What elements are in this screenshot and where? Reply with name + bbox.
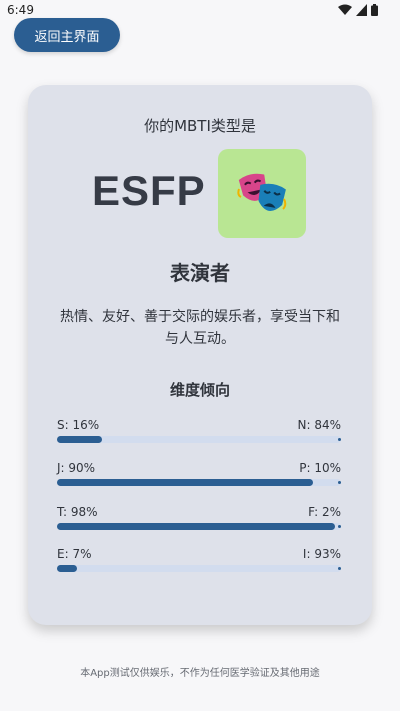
mbti-type-name: 表演者 — [170, 261, 230, 285]
disclaimer-text: 本App测试仅供娱乐，不作为任何医学验证及其他用途 — [80, 668, 320, 679]
dimension-left-label: J: 90% — [57, 461, 96, 475]
dimension-right-label: I: 93% — [302, 547, 341, 561]
dimension-end-dot — [338, 525, 341, 528]
dimension-track — [57, 565, 341, 572]
dimension-right-label: F: 2% — [308, 505, 341, 519]
performing-arts-masks-icon — [237, 173, 287, 211]
back-to-main-button[interactable]: 返回主界面 — [14, 18, 120, 52]
dimension-left-label: S: 16% — [57, 418, 100, 432]
dimension-track — [57, 479, 341, 486]
dimension-fill — [57, 436, 103, 443]
dimension-row-tf: T: 98% F: 2% — [57, 505, 341, 535]
dimension-fill — [57, 565, 77, 572]
dimension-track — [57, 523, 341, 530]
dimensions-title: 维度倾向 — [169, 381, 230, 399]
mbti-type-description: 热情、友好、善于交际的娱乐者，享受当下和与人互动。 — [60, 309, 340, 347]
wifi-icon — [338, 4, 352, 15]
dimension-fill — [57, 479, 313, 486]
dimension-track — [57, 436, 341, 443]
result-card: 你的MBTI类型是 ESFP 表演者 热情、友好、善于交际的娱乐者，享受当下和与… — [28, 85, 372, 625]
status-icons — [338, 4, 378, 16]
battery-icon — [371, 4, 378, 16]
dimension-left-label: T: 98% — [57, 505, 98, 519]
dimension-right-label: N: 84% — [297, 418, 341, 432]
result-subtitle: 你的MBTI类型是 — [144, 117, 256, 135]
type-icon-box — [218, 149, 306, 238]
mbti-type-code: ESFP — [92, 167, 206, 214]
dimension-row-ei: E: 7% I: 93% — [57, 547, 341, 577]
dimension-row-jp: J: 90% P: 10% — [57, 461, 341, 491]
dimension-row-sn: S: 16% N: 84% — [57, 418, 341, 448]
dimension-fill — [57, 523, 336, 530]
dimension-end-dot — [338, 567, 341, 570]
status-time: 6:49 — [7, 3, 34, 17]
dimension-end-dot — [338, 481, 341, 484]
dimension-right-label: P: 10% — [299, 461, 341, 475]
dimension-left-label: E: 7% — [57, 547, 92, 561]
signal-icon — [356, 4, 367, 16]
dimension-end-dot — [338, 438, 341, 441]
